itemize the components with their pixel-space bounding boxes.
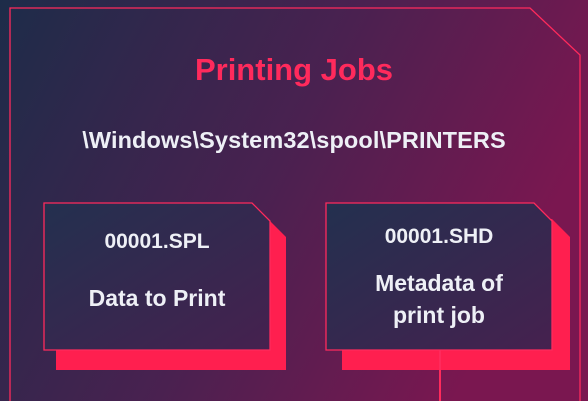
file-extension-spl: SPL: [168, 230, 210, 253]
file-card-shd: 00001.SHD Metadata of print job: [326, 203, 552, 350]
file-extension-shd: SHD: [448, 225, 494, 248]
diagram-title: Printing Jobs: [194, 52, 394, 87]
file-name-spl: 00001.SPL: [44, 230, 270, 254]
diagram-canvas: Printing Jobs \Windows\System32\spool\PR…: [0, 0, 588, 401]
file-description-shd: Metadata of print job: [375, 270, 503, 328]
file-card-spl: 00001.SPL Data to Print: [44, 203, 270, 350]
file-name-shd: 00001.SHD: [326, 225, 552, 249]
file-base-spl: 00001.: [104, 230, 169, 253]
folder-path: \Windows\System32\spool\PRINTERS: [82, 127, 506, 153]
file-base-shd: 00001.: [384, 225, 449, 248]
file-description-spl: Data to Print: [88, 285, 226, 311]
